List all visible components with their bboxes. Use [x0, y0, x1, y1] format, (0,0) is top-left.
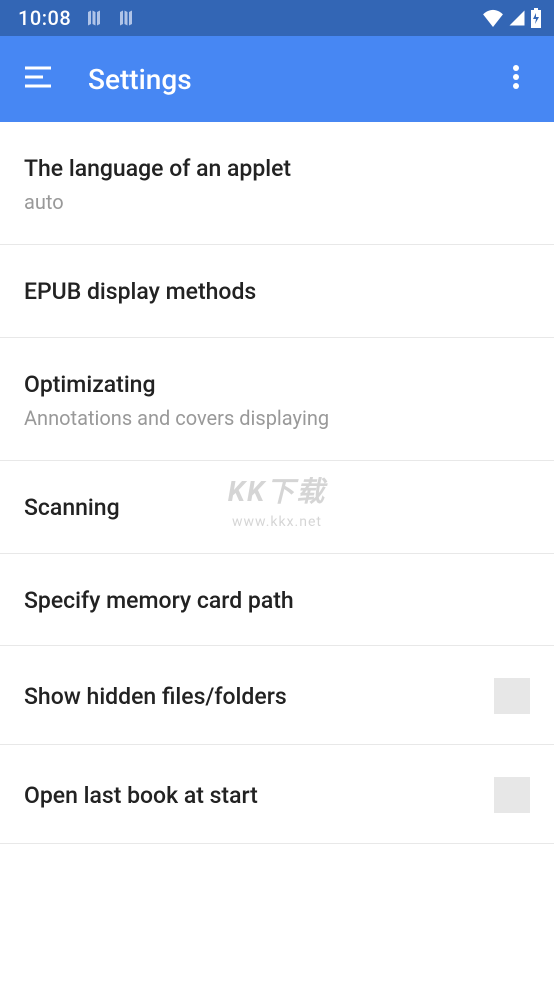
cellular-icon	[508, 9, 526, 27]
setting-text: Scanning	[24, 493, 530, 523]
setting-text: EPUB display methods	[24, 277, 530, 307]
setting-item-hidden-files[interactable]: Show hidden files/folders	[0, 646, 554, 745]
status-bar-left: 10:08	[18, 6, 135, 30]
setting-subtitle: auto	[24, 190, 530, 214]
setting-item-epub[interactable]: EPUB display methods	[0, 245, 554, 338]
notification-icon-1	[85, 9, 103, 27]
wifi-icon	[482, 9, 504, 27]
setting-text: Optimizating Annotations and covers disp…	[24, 370, 530, 430]
hamburger-icon	[25, 66, 51, 92]
setting-text: Open last book at start	[24, 781, 478, 811]
setting-item-optimizing[interactable]: Optimizating Annotations and covers disp…	[0, 338, 554, 461]
setting-item-scanning[interactable]: Scanning	[0, 461, 554, 554]
setting-title: Show hidden files/folders	[24, 682, 478, 712]
checkbox-open-last-book[interactable]	[494, 777, 530, 813]
setting-title: Optimizating	[24, 370, 530, 400]
setting-title: The language of an applet	[24, 154, 530, 184]
setting-title: Open last book at start	[24, 781, 478, 811]
notification-icon-2	[117, 9, 135, 27]
setting-text: The language of an applet auto	[24, 154, 530, 214]
more-vert-icon	[513, 65, 519, 93]
battery-icon	[530, 8, 542, 28]
setting-item-memory-card[interactable]: Specify memory card path	[0, 554, 554, 647]
app-bar: Settings	[0, 36, 554, 122]
setting-subtitle: Annotations and covers displaying	[24, 406, 530, 430]
setting-title: EPUB display methods	[24, 277, 530, 307]
status-bar: 10:08	[0, 0, 554, 36]
page-title: Settings	[88, 63, 494, 96]
setting-title: Scanning	[24, 493, 530, 523]
setting-title: Specify memory card path	[24, 586, 530, 616]
setting-text: Specify memory card path	[24, 586, 530, 616]
menu-button[interactable]	[16, 57, 60, 101]
setting-item-open-last-book[interactable]: Open last book at start	[0, 745, 554, 844]
settings-list: The language of an applet auto EPUB disp…	[0, 122, 554, 844]
status-time: 10:08	[18, 6, 71, 30]
status-bar-right	[482, 8, 542, 28]
setting-item-language[interactable]: The language of an applet auto	[0, 122, 554, 245]
setting-text: Show hidden files/folders	[24, 682, 478, 712]
checkbox-hidden-files[interactable]	[494, 678, 530, 714]
more-options-button[interactable]	[494, 57, 538, 101]
